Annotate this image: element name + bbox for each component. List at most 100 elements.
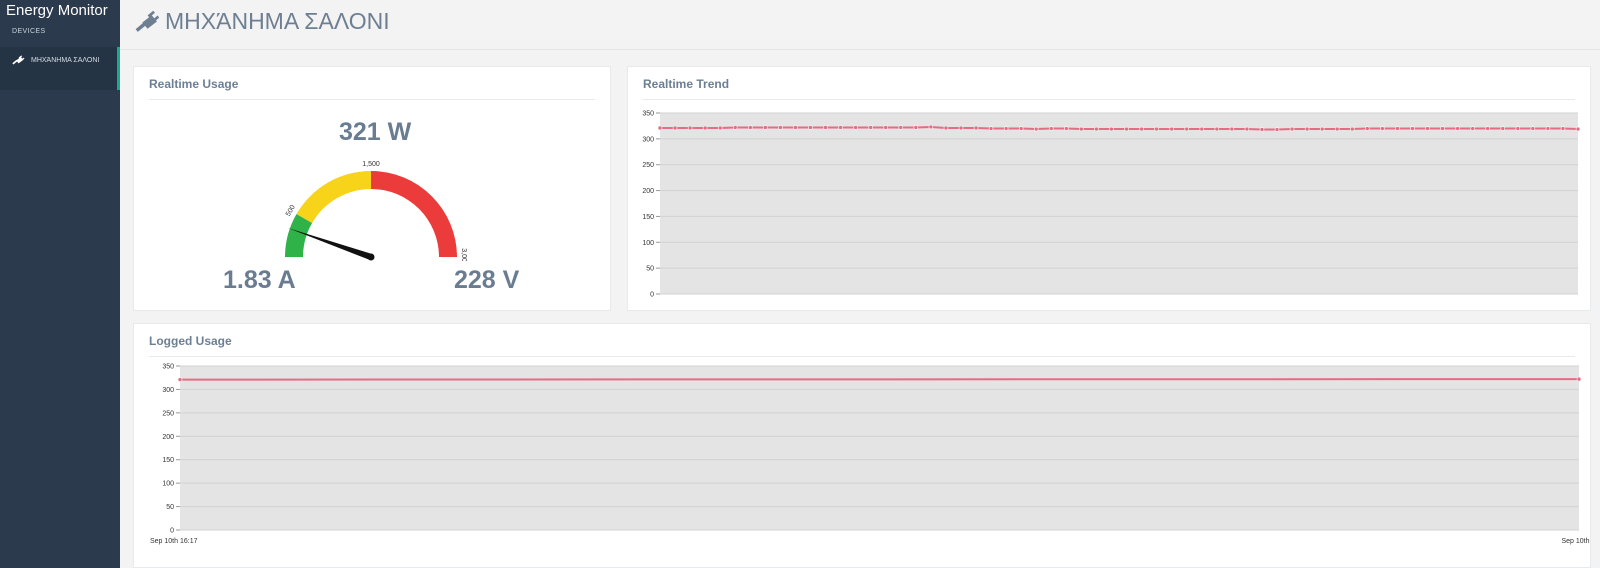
data-point <box>1576 376 1582 382</box>
y-tick-label: 250 <box>642 162 654 169</box>
data-point <box>778 125 783 130</box>
data-point <box>1485 126 1491 131</box>
y-tick-label: 150 <box>642 214 654 221</box>
page-header: ΜΗΧΆΝΗΜΑ ΣΑΛΟΝΙ <box>120 0 1600 50</box>
logged-usage-panel: Logged Usage 0 50 100 150 200 250 300 350 Sep 10… <box>133 323 1591 568</box>
power-value: 321 W <box>339 118 412 146</box>
data-point <box>1274 127 1280 132</box>
y-tick-label: 200 <box>642 188 654 195</box>
data-point <box>1018 126 1024 131</box>
data-point <box>1470 126 1475 131</box>
realtime-usage-panel: Realtime Usage 321 W 500 1,500 3,000 1.83 … <box>133 66 611 311</box>
data-point <box>1109 126 1114 132</box>
sidebar-item-label: ΜΗΧΆΝΗΜΑ ΣΑΛΟΝΙ <box>31 57 100 64</box>
divider <box>643 99 1575 100</box>
data-point <box>763 125 768 130</box>
data-point <box>747 125 753 130</box>
sidebar-item-device[interactable]: ΜΗΧΆΝΗΜΑ ΣΑΛΟΝΙ <box>0 47 120 90</box>
y-tick-label: 100 <box>162 481 174 488</box>
data-point <box>1139 126 1144 132</box>
data-point <box>1064 126 1069 131</box>
data-point <box>1199 126 1205 132</box>
y-tick-label: 50 <box>166 504 174 511</box>
data-point <box>177 377 183 382</box>
data-point <box>1365 126 1370 131</box>
data-point <box>1184 126 1190 132</box>
voltage-value: 228 V <box>454 266 520 294</box>
data-point <box>793 125 798 130</box>
current-value: 1.83 A <box>223 266 296 294</box>
data-point <box>687 125 693 131</box>
y-tick-label: 250 <box>162 410 174 417</box>
data-point <box>1560 126 1566 131</box>
data-point <box>1334 126 1340 132</box>
plot-area <box>660 113 1578 294</box>
data-point <box>672 125 678 131</box>
data-point <box>1033 126 1039 132</box>
divider <box>149 356 1575 357</box>
panel-title: Realtime Usage <box>149 77 239 91</box>
gauge-tick-label: 1,500 <box>362 161 380 168</box>
power-gauge: 500 1,500 3,000 <box>285 161 467 261</box>
y-tick-label: 300 <box>162 387 174 394</box>
data-point <box>717 125 723 131</box>
data-point <box>1515 126 1521 131</box>
data-point <box>1545 126 1551 131</box>
data-point <box>853 125 858 130</box>
y-tick-label: 350 <box>162 364 174 371</box>
data-point <box>913 125 919 130</box>
data-point <box>1169 126 1174 132</box>
x-tick-label: Sep 10th 16:17 <box>150 538 198 545</box>
data-point <box>838 125 843 130</box>
y-tick-label: 0 <box>650 292 654 299</box>
data-point <box>1289 126 1295 132</box>
data-point <box>823 125 828 130</box>
y-tick-label: 200 <box>162 434 174 441</box>
data-point <box>1154 126 1159 132</box>
data-point <box>1214 126 1220 132</box>
data-point <box>1410 126 1415 131</box>
gauge-needle-hub <box>367 253 375 261</box>
data-point <box>1425 126 1430 131</box>
gauge-tick-label: 500 <box>285 204 297 218</box>
data-point <box>883 125 889 130</box>
panel-title: Logged Usage <box>149 334 232 348</box>
y-tick-label: 50 <box>646 266 654 273</box>
gauge-band <box>296 171 371 223</box>
data-point <box>973 125 979 131</box>
y-tick-label: 350 <box>642 111 654 118</box>
data-point <box>1079 126 1084 132</box>
data-point <box>1500 126 1506 131</box>
data-point <box>1244 126 1250 132</box>
data-point <box>1319 126 1325 132</box>
app-brand[interactable]: Energy Monitor <box>6 2 108 19</box>
y-tick-label: 100 <box>642 240 654 247</box>
data-point <box>1530 126 1536 131</box>
page-title: ΜΗΧΆΝΗΜΑ ΣΑΛΟΝΙ <box>165 8 390 34</box>
data-point <box>1440 126 1445 131</box>
data-point <box>868 125 873 130</box>
data-point <box>898 125 904 130</box>
data-point <box>1003 126 1009 131</box>
data-point <box>988 126 994 131</box>
data-point <box>1304 126 1310 132</box>
realtime-trend-chart: 0 50 100 150 200 250 300 350 <box>642 111 1581 299</box>
data-point <box>928 124 934 130</box>
data-point <box>1259 127 1265 132</box>
panel-title: Realtime Trend <box>643 77 730 91</box>
data-point <box>1124 126 1129 132</box>
y-tick-label: 150 <box>162 457 174 464</box>
data-point <box>1575 126 1581 132</box>
data-point <box>1455 126 1460 131</box>
data-point <box>1094 126 1099 132</box>
logged-usage-chart: 0 50 100 150 200 250 300 350 Sep 10th 16:17 Sep 1… <box>150 364 1591 546</box>
plot-area <box>180 366 1579 530</box>
gauge-band <box>371 171 457 257</box>
data-point <box>943 125 949 131</box>
x-tick-label: Sep 10th 18:18 <box>1562 538 1591 545</box>
data-point <box>958 125 964 131</box>
sidebar: Energy Monitor DEVICES ΜΗΧΆΝΗΜΑ ΣΑΛΟΝΙ <box>0 0 120 568</box>
data-point <box>1229 126 1235 132</box>
data-point <box>1048 126 1054 131</box>
y-tick-label: 0 <box>170 528 174 535</box>
